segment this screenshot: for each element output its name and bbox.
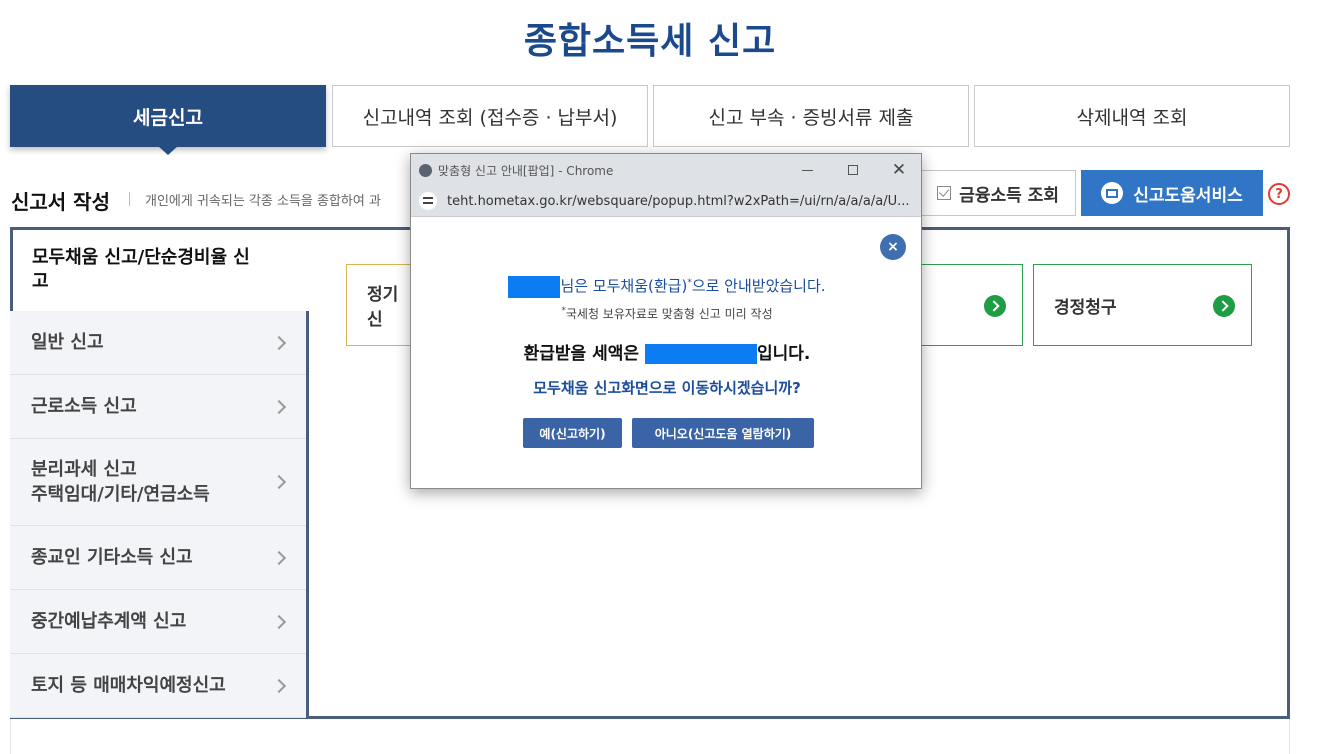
nav-item-separate-tax[interactable]: 분리과세 신고 주택임대/기타/연금소득 <box>10 439 306 526</box>
section-divider <box>129 192 130 206</box>
card-regular-filing-label: 정기신 <box>367 285 399 330</box>
financial-income-button[interactable]: 금융소득 조회 <box>920 170 1076 216</box>
chevron-circle-icon <box>1213 295 1235 317</box>
popup-url: teht.hometax.go.kr/websquare/popup.html?… <box>447 193 910 209</box>
page-title: 종합소득세 신고 <box>523 21 777 62</box>
help-question-icon[interactable]: ? <box>1268 183 1290 205</box>
book-icon <box>1101 182 1124 204</box>
nav-list: 일반 신고 근로소득 신고 분리과세 신고 주택임대/기타/연금소득 종교인 기… <box>10 311 309 718</box>
chevron-right-icon <box>271 550 287 565</box>
popup-question: 모두채움 신고화면으로 이동하시겠습니까? <box>533 379 801 397</box>
tab-filing-history[interactable]: 신고내역 조회 (접수증 · 납부서) <box>332 85 648 147</box>
nav-item-label: 토지 등 매매차익예정신고 <box>31 675 226 696</box>
notice-text: 님은 모두채움(환급) <box>560 277 688 295</box>
window-close-button[interactable]: ✕ <box>876 154 922 186</box>
redacted-amount <box>644 344 757 364</box>
nav-item-all-fill-label: 모두채움 신고/단순경비율 신고 <box>32 247 250 292</box>
financial-income-label: 금융소득 조회 <box>959 185 1059 206</box>
chevron-right-icon <box>271 678 287 693</box>
tab-deleted-history[interactable]: 삭제내역 조회 <box>974 85 1290 147</box>
filing-help-button[interactable]: 신고도움서비스 <box>1081 170 1263 216</box>
chevron-right-icon <box>271 474 287 490</box>
top-tabs: 세금신고 신고내역 조회 (접수증 · 납부서) 신고 부속 · 증빙서류 제출… <box>10 85 1290 155</box>
card-hidden[interactable] <box>920 264 1023 346</box>
tab-tax-filing[interactable]: 세금신고 <box>10 85 326 155</box>
notice-end: 으로 안내받았습니다. <box>691 277 826 295</box>
chevron-right-icon <box>271 614 287 629</box>
refund-suffix: 입니다. <box>756 344 811 364</box>
nav-item-all-fill[interactable]: 모두채움 신고/단순경비율 신고 <box>10 227 309 311</box>
popup-titlebar[interactable]: 맞춤형 신고 안내[팝업] - Chrome ✕ <box>411 154 921 186</box>
bottom-area <box>10 719 1290 754</box>
nav-item-land-sale[interactable]: 토지 등 매매차익예정신고 <box>10 654 306 718</box>
popup-footnote: *국세청 보유자료로 맞춤형 신고 미리 작성 <box>411 305 923 322</box>
redacted-name <box>508 275 561 298</box>
nav-item-general[interactable]: 일반 신고 <box>10 311 306 375</box>
footnote-text: 국세청 보유자료로 맞춤형 신고 미리 작성 <box>565 307 773 321</box>
nav-item-label: 분리과세 신고 주택임대/기타/연금소득 <box>31 459 210 505</box>
section-description: 개인에게 귀속되는 각종 소득을 종합하여 과 <box>145 194 381 209</box>
chevron-right-icon <box>271 335 287 350</box>
card-regular-filing[interactable]: 정기신 <box>346 264 412 346</box>
nav-item-label: 일반 신고 <box>31 332 104 353</box>
filing-help-label: 신고도움서비스 <box>1133 185 1243 206</box>
popup-notice-line: 님은 모두채움(환급)*으로 안내받았습니다. <box>411 275 923 298</box>
section-title: 신고서 작성 <box>11 190 110 214</box>
checkbox-icon <box>937 186 952 200</box>
nav-item-religious[interactable]: 종교인 기타소득 신고 <box>10 526 306 590</box>
tab-attachments[interactable]: 신고 부속 · 증빙서류 제출 <box>653 85 969 147</box>
nav-item-earned-income[interactable]: 근로소득 신고 <box>10 375 306 439</box>
chevron-circle-icon <box>984 295 1006 317</box>
yes-file-button[interactable]: 예(신고하기) <box>523 418 622 448</box>
popup-window: 맞춤형 신고 안내[팝업] - Chrome ✕ teht.hometax.go… <box>410 153 922 489</box>
nav-item-label: 종교인 기타소득 신고 <box>31 547 193 568</box>
nav-item-interim-prepayment[interactable]: 중간예납추계액 신고 <box>10 590 306 654</box>
site-settings-icon[interactable] <box>419 192 437 210</box>
popup-urlbar: teht.hometax.go.kr/websquare/popup.html?… <box>411 186 921 217</box>
no-view-help-button[interactable]: 아니오(신고도움 열람하기) <box>632 418 814 448</box>
close-icon[interactable]: × <box>880 234 906 260</box>
popup-refund-line: 환급받을 세액은 입니다. <box>411 339 923 364</box>
left-nav: 모두채움 신고/단순경비율 신고 일반 신고 근로소득 신고 분리과세 신고 주… <box>10 227 1290 754</box>
popup-window-title: 맞춤형 신고 안내[팝업] - Chrome <box>438 163 614 178</box>
popup-body: × 님은 모두채움(환급)*으로 안내받았습니다. *국세청 보유자료로 맞춤형… <box>411 217 921 488</box>
chevron-right-icon <box>271 399 287 414</box>
card-correction-claim-label: 경정청구 <box>1054 297 1117 318</box>
card-correction-claim[interactable]: 경정청구 <box>1033 264 1252 346</box>
globe-icon <box>419 163 432 177</box>
nav-item-label: 중간예납추계액 신고 <box>31 611 187 632</box>
refund-prefix: 환급받을 세액은 <box>523 344 645 364</box>
nav-item-label: 근로소득 신고 <box>31 396 137 417</box>
maximize-button[interactable] <box>830 154 876 186</box>
minimize-button[interactable] <box>784 154 830 186</box>
